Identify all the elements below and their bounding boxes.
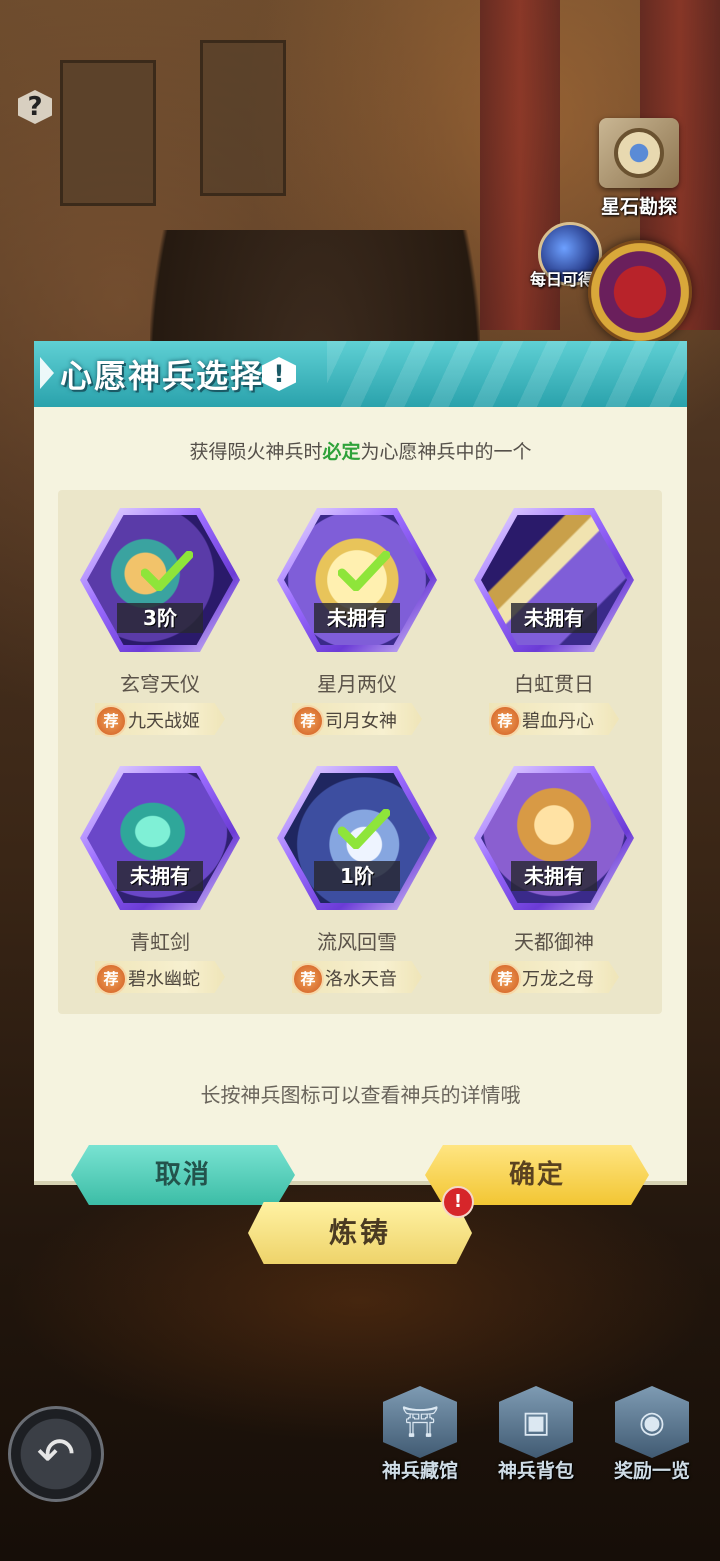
weapon-status: 1阶 — [314, 861, 400, 891]
nav-label: 奖励一览 — [613, 1460, 690, 1482]
recommend-badge: 荐 — [95, 705, 127, 737]
cancel-button[interactable]: 取消 — [71, 1145, 295, 1205]
modal-subtitle: 获得陨火神兵时必定为心愿神兵中的一个 — [34, 437, 687, 464]
weapon-name: 天都御神 — [514, 930, 594, 954]
info-icon[interactable]: ! — [262, 357, 296, 391]
divine-weapon-medal-icon[interactable] — [588, 240, 692, 344]
weapon-card-tiandu[interactable]: 未拥有 天都御神 荐 万龙之母 — [464, 766, 644, 1016]
weapon-name: 流风回雪 — [317, 930, 397, 954]
map-icon — [599, 118, 679, 188]
subtitle-highlight: 必定 — [322, 441, 361, 463]
subtitle-suffix: 为心愿神兵中的一个 — [360, 441, 532, 463]
back-button[interactable]: ↶ — [8, 1406, 104, 1502]
recommend-badge: 荐 — [489, 705, 521, 737]
nav-reward-list[interactable]: ◉ 奖励一览 — [602, 1386, 702, 1483]
header-stripe — [327, 341, 687, 407]
weapon-status: 未拥有 — [511, 861, 597, 891]
weapon-status: 未拥有 — [117, 861, 203, 891]
reward-chest-icon: ◉ — [615, 1386, 689, 1458]
weapon-card-xingyue[interactable]: 未拥有 星月两仪 荐 司月女神 — [267, 508, 447, 758]
background-window — [60, 60, 156, 206]
weapon-name: 星月两仪 — [317, 672, 397, 696]
backpack-icon: ▣ — [499, 1386, 573, 1458]
nav-weapon-backpack[interactable]: ▣ 神兵背包 — [486, 1386, 586, 1483]
back-arrow-icon: ↶ — [36, 1427, 76, 1481]
recommend-hero: 洛水天音 — [325, 969, 397, 990]
check-icon — [337, 550, 391, 592]
recommend-badge: 荐 — [95, 963, 127, 995]
check-icon — [140, 550, 194, 592]
star-stone-label: 星石勘探 — [600, 196, 677, 218]
weapon-icon[interactable]: 未拥有 — [277, 508, 437, 652]
weapon-card-liufeng[interactable]: 1阶 流风回雪 荐 洛水天音 — [267, 766, 447, 1016]
modal-header: 心愿神兵选择 ! — [34, 341, 687, 407]
compass-icon — [614, 128, 664, 178]
recommend-hero: 碧水幽蛇 — [128, 969, 200, 990]
nav-weapon-vault[interactable]: ⛩ 神兵藏馆 — [370, 1386, 470, 1483]
wish-weapon-modal: 心愿神兵选择 ! 获得陨火神兵时必定为心愿神兵中的一个 3阶 玄穹天仪 荐 九天… — [34, 341, 687, 1205]
weapon-name: 青虹剑 — [130, 930, 190, 954]
background-window — [200, 40, 286, 196]
weapon-icon[interactable]: 1阶 — [277, 766, 437, 910]
modal-body: 获得陨火神兵时必定为心愿神兵中的一个 3阶 玄穹天仪 荐 九天战姬 未拥有 星月… — [34, 407, 687, 1205]
weapon-icon[interactable]: 未拥有 — [474, 766, 634, 910]
recommend-badge: 荐 — [292, 705, 324, 737]
weapon-icon[interactable]: 未拥有 — [474, 508, 634, 652]
recommend-badge: 荐 — [489, 963, 521, 995]
weapon-name: 玄穹天仪 — [120, 672, 200, 696]
star-stone-button[interactable]: 星石勘探 — [592, 118, 686, 219]
long-press-hint: 长按神兵图标可以查看神兵的详情哦 — [200, 1083, 521, 1107]
weapon-name: 白虹贯日 — [514, 672, 594, 696]
weapon-icon[interactable]: 3阶 — [80, 508, 240, 652]
recommend-hero: 碧血丹心 — [522, 711, 594, 732]
recommend-hero: 九天战姬 — [128, 711, 200, 732]
weapon-icon[interactable]: 未拥有 — [80, 766, 240, 910]
check-icon — [337, 808, 391, 850]
weapon-card-baihong[interactable]: 未拥有 白虹贯日 荐 碧血丹心 — [464, 508, 644, 758]
vault-icon: ⛩ — [383, 1386, 457, 1458]
subtitle-prefix: 获得陨火神兵时 — [189, 441, 323, 463]
recommend-hero: 司月女神 — [325, 711, 397, 732]
recommend-hero: 万龙之母 — [522, 969, 594, 990]
alert-icon: ! — [442, 1186, 474, 1218]
title-arrow-icon — [40, 357, 54, 389]
weapon-card-xuanqiong[interactable]: 3阶 玄穹天仪 荐 九天战姬 — [70, 508, 250, 758]
modal-title: 心愿神兵选择 — [60, 357, 265, 395]
weapon-status: 未拥有 — [314, 603, 400, 633]
nav-label: 神兵背包 — [497, 1460, 574, 1482]
weapon-grid: 3阶 玄穹天仪 荐 九天战姬 未拥有 星月两仪 荐 司月女神 未拥有 白虹贯日 … — [58, 490, 662, 1014]
nav-label: 神兵藏馆 — [381, 1460, 458, 1482]
forge-button[interactable]: 炼铸 — [248, 1202, 472, 1264]
recommend-badge: 荐 — [292, 963, 324, 995]
daily-label: 每日可得 — [530, 270, 595, 289]
weapon-status: 未拥有 — [511, 603, 597, 633]
weapon-card-qinghong[interactable]: 未拥有 青虹剑 荐 碧水幽蛇 — [70, 766, 250, 1016]
weapon-status: 3阶 — [117, 603, 203, 633]
